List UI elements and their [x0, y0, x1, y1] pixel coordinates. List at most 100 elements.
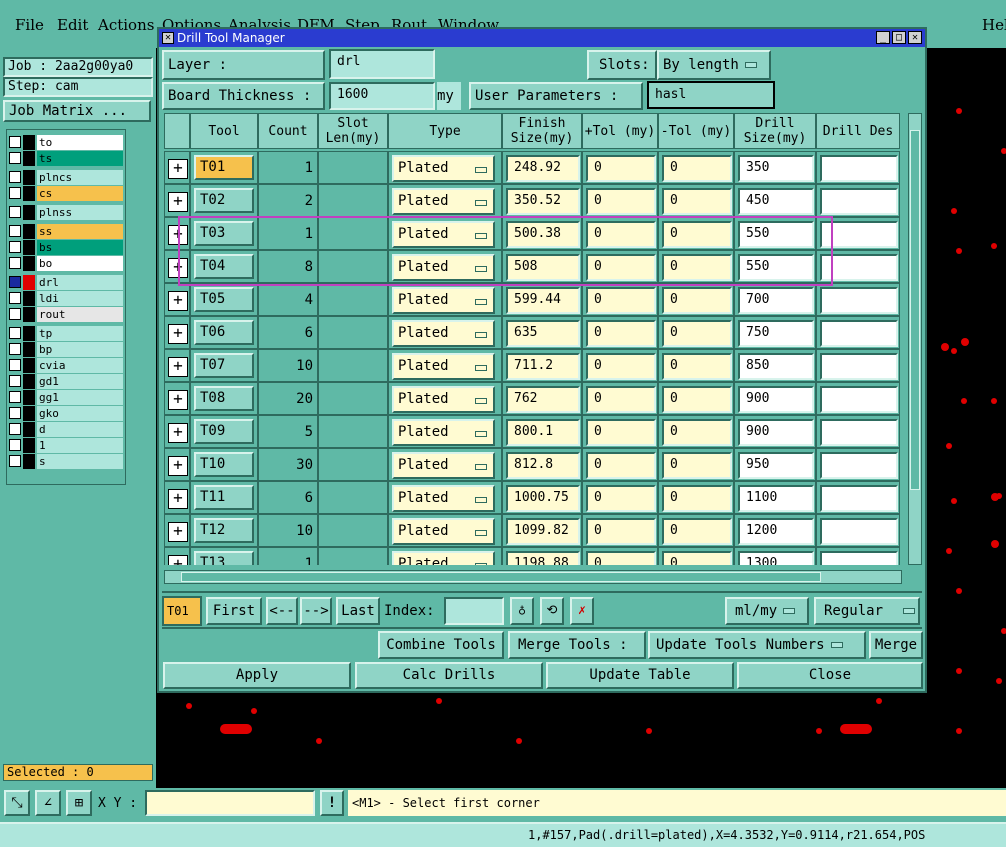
layer-checkbox[interactable] [9, 423, 21, 435]
units-dropdown[interactable]: ml/my [725, 597, 809, 625]
layer-row-gg1[interactable]: gg1 [9, 390, 123, 405]
drill-input[interactable]: 350 [738, 155, 814, 182]
table-row[interactable]: + T08 20 Plated 762 0 0 900 [164, 382, 902, 415]
column-header[interactable]: Finish Size(my) [502, 113, 582, 149]
window-menu-icon[interactable]: ✕ [162, 32, 174, 44]
vertical-scroll-thumb[interactable] [910, 130, 920, 490]
drill-des-input[interactable] [820, 452, 898, 479]
ntol-input[interactable]: 0 [662, 188, 732, 215]
merge-button[interactable]: Merge [869, 631, 923, 659]
ptol-input[interactable]: 0 [586, 155, 656, 182]
finish-input[interactable]: 1000.75 [506, 485, 580, 512]
ptol-input[interactable]: 0 [586, 485, 656, 512]
layer-checkbox[interactable] [9, 308, 21, 320]
ptol-input[interactable]: 0 [586, 320, 656, 347]
ntol-input[interactable]: 0 [662, 452, 732, 479]
delete-icon[interactable]: ✗ [570, 597, 594, 625]
layer-row-plnss[interactable]: plnss [9, 205, 123, 220]
zoom-area-icon[interactable]: ⤡ [4, 790, 30, 816]
layer-row-rout[interactable]: rout [9, 307, 123, 322]
finish-input[interactable]: 1099.82 [506, 518, 580, 545]
ntol-input[interactable]: 0 [662, 320, 732, 347]
ptol-input[interactable]: 0 [586, 518, 656, 545]
layer-checkbox[interactable] [9, 171, 21, 183]
ntol-input[interactable]: 0 [662, 287, 732, 314]
layer-row-s[interactable]: s [9, 454, 123, 469]
ptol-input[interactable]: 0 [586, 287, 656, 314]
ptol-input[interactable]: 0 [586, 419, 656, 446]
column-header[interactable]: Type [388, 113, 502, 149]
drill-input[interactable]: 1200 [738, 518, 814, 545]
layer-row-drl[interactable]: drl [9, 275, 123, 290]
type-dropdown[interactable]: Plated [392, 287, 495, 314]
minimize-icon[interactable]: _ [876, 31, 890, 44]
expand-icon[interactable]: + [168, 324, 188, 344]
layer-checkbox[interactable] [9, 327, 21, 339]
horizontal-scroll-thumb[interactable] [181, 572, 821, 582]
layer-checkbox[interactable] [9, 187, 21, 199]
expand-icon[interactable]: + [168, 192, 188, 212]
layer-checkbox[interactable] [9, 375, 21, 387]
type-dropdown[interactable]: Plated [392, 320, 495, 347]
first-button[interactable]: First [206, 597, 262, 625]
finish-input[interactable]: 248.92 [506, 155, 580, 182]
layer-row-tp[interactable]: tp [9, 326, 123, 341]
drill-des-input[interactable] [820, 287, 898, 314]
layer-row-ldi[interactable]: ldi [9, 291, 123, 306]
expand-icon[interactable]: + [168, 159, 188, 179]
expand-icon[interactable]: + [168, 489, 188, 509]
layer-row-gko[interactable]: gko [9, 406, 123, 421]
next-button[interactable]: --> [300, 597, 332, 625]
table-horizontal-scrollbar[interactable] [164, 570, 902, 584]
tool-button[interactable]: T08 [194, 386, 254, 411]
layer-checkbox[interactable] [9, 292, 21, 304]
drill-des-input[interactable] [820, 353, 898, 380]
drill-input[interactable]: 700 [738, 287, 814, 314]
tool-button[interactable]: T10 [194, 452, 254, 477]
maximize-icon[interactable]: □ [892, 31, 906, 44]
drill-des-input[interactable] [820, 419, 898, 446]
type-dropdown[interactable]: Plated [392, 485, 495, 512]
table-row[interactable]: + T01 1 Plated 248.92 0 0 350 [164, 151, 902, 184]
expand-icon[interactable]: + [168, 291, 188, 311]
drill-des-input[interactable] [820, 155, 898, 182]
type-dropdown[interactable]: Plated [392, 419, 495, 446]
layer-checkbox[interactable] [9, 455, 21, 467]
expand-icon[interactable]: + [168, 555, 188, 565]
layer-row-gd1[interactable]: gd1 [9, 374, 123, 389]
job-matrix-button[interactable]: Job Matrix ... [3, 100, 151, 122]
table-row[interactable]: + T07 10 Plated 711.2 0 0 850 [164, 349, 902, 382]
table-vertical-scrollbar[interactable] [908, 113, 922, 565]
table-row[interactable]: + T10 30 Plated 812.8 0 0 950 [164, 448, 902, 481]
table-row[interactable]: + T09 5 Plated 800.1 0 0 900 [164, 415, 902, 448]
tool-button[interactable]: T01 [194, 155, 254, 180]
layer-checkbox[interactable] [9, 206, 21, 218]
layer-checkbox[interactable] [9, 241, 21, 253]
ntol-input[interactable]: 0 [662, 551, 732, 565]
mode-dropdown[interactable]: Regular [814, 597, 920, 625]
layer-checkbox[interactable] [9, 439, 21, 451]
expand-icon[interactable]: + [168, 456, 188, 476]
column-header[interactable]: Count [258, 113, 318, 149]
column-header[interactable]: -Tol (my) [658, 113, 734, 149]
grid-icon[interactable]: ⊞ [66, 790, 92, 816]
last-button[interactable]: Last [336, 597, 380, 625]
tool-button[interactable]: T12 [194, 518, 254, 543]
tool-button[interactable]: T13 [194, 551, 254, 565]
tool-button[interactable]: T11 [194, 485, 254, 510]
menu-help[interactable]: Help [982, 16, 1006, 34]
ntol-input[interactable]: 0 [662, 419, 732, 446]
column-header[interactable]: Slot Len(my) [318, 113, 388, 149]
drill-input[interactable]: 900 [738, 419, 814, 446]
info-icon[interactable]: ! [320, 790, 344, 816]
layer-row-cvia[interactable]: cvia [9, 358, 123, 373]
user-parameters-field[interactable]: hasl [647, 81, 775, 109]
angle-icon[interactable]: ∠ [35, 790, 61, 816]
layer-row-cs[interactable]: cs [9, 186, 123, 201]
layer-row-ts[interactable]: ts [9, 151, 123, 166]
bulb-icon[interactable]: ♁ [510, 597, 534, 625]
slots-dropdown[interactable]: By length [657, 50, 771, 80]
column-header[interactable]: Tool [190, 113, 258, 149]
prev-button[interactable]: <-- [266, 597, 298, 625]
close-button[interactable]: Close [737, 662, 923, 689]
